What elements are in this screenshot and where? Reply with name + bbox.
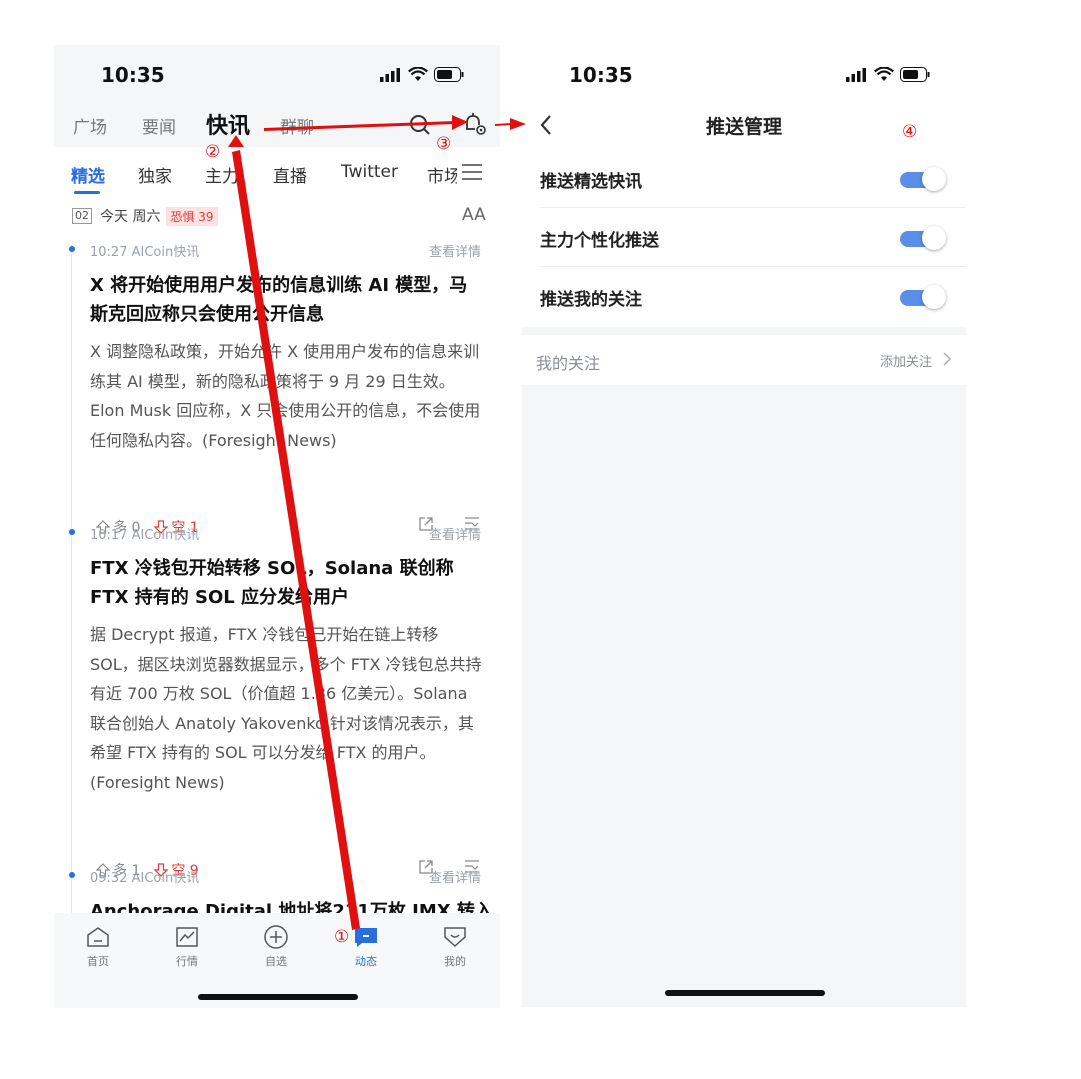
- tab-square[interactable]: 广场: [73, 113, 107, 138]
- add-follow-link[interactable]: 添加关注: [880, 351, 932, 370]
- view-details-link[interactable]: 查看详情: [429, 867, 481, 886]
- day-box: 02: [72, 208, 92, 224]
- signal-icon: [846, 67, 866, 82]
- news-time-source: 09:32 AICoin快讯: [90, 871, 200, 886]
- home-icon: [87, 927, 109, 947]
- home-indicator: [665, 990, 825, 996]
- news-screen: 10:35 广场 要闻 快讯 群聊 精选 独家 主力 直播 Twitter 市场…: [54, 45, 500, 1008]
- fear-greed-badge: 恐惧 39: [166, 206, 218, 226]
- menu-icon[interactable]: [462, 164, 482, 180]
- my-follows-label: 我的关注: [536, 354, 601, 373]
- battery-icon: [900, 67, 930, 82]
- font-size-toggle[interactable]: AA: [462, 205, 486, 225]
- timeline-dot: [69, 529, 75, 535]
- subtab-twitter[interactable]: Twitter: [341, 162, 398, 182]
- status-time: 10:35: [101, 63, 165, 87]
- date-line: 02 今天 周六 恐惧 39: [72, 205, 218, 227]
- toggle-switch[interactable]: [900, 285, 946, 309]
- news-time-source: 10:27 AICoin快讯: [90, 245, 200, 260]
- tab-group-chat[interactable]: 群聊: [280, 113, 314, 138]
- chart-icon: [176, 927, 198, 947]
- toggle-switch[interactable]: [900, 167, 946, 191]
- top-nav: 广场 要闻 快讯 群聊: [54, 105, 500, 147]
- search-icon[interactable]: [408, 113, 432, 137]
- date-text: 今天 周六: [100, 209, 161, 225]
- message-icon: [355, 928, 377, 947]
- profile-icon: [444, 927, 466, 948]
- tab-mine[interactable]: 我的: [425, 923, 485, 969]
- status-bar: 10:35: [54, 45, 500, 105]
- timeline-dot: [69, 872, 75, 878]
- annotation-3: ③: [436, 134, 452, 154]
- news-item[interactable]: 10:27 AICoin快讯 查看详情 X 将开始使用用户发布的信息训练 AI …: [54, 241, 500, 536]
- bottom-tab-bar: 首页 行情 自选 动态 我的: [54, 913, 500, 1008]
- push-settings-list: 推送精选快讯 主力个性化推送 推送我的关注: [522, 147, 966, 327]
- news-time-source: 10:17 AICoin快讯: [90, 528, 200, 543]
- nav-bar: 推送管理: [522, 105, 966, 147]
- subtab-whale[interactable]: 主力: [205, 162, 239, 187]
- signal-icon: [380, 67, 400, 82]
- wifi-icon: [408, 67, 428, 81]
- push-settings-icon[interactable]: [462, 111, 488, 137]
- news-title: X 将开始使用用户发布的信息训练 AI 模型，马斯克回应称只会使用公开信息: [90, 275, 468, 325]
- news-body: 据 Decrypt 报道，FTX 冷钱包已开始在链上转移 SOL，据区块浏览器数…: [90, 625, 482, 792]
- wifi-icon: [874, 67, 894, 81]
- timeline-dot: [69, 246, 75, 252]
- status-bar: 10:35: [522, 45, 966, 105]
- active-subtab-indicator: [74, 191, 100, 194]
- subtab-market[interactable]: 市场: [427, 162, 457, 187]
- setting-row-selected-news: 推送精选快讯: [522, 149, 966, 208]
- status-time: 10:35: [569, 63, 633, 87]
- add-circle-icon: [264, 925, 288, 949]
- tab-market[interactable]: 行情: [157, 923, 217, 969]
- battery-icon: [434, 67, 464, 82]
- news-body: X 调整隐私政策，开始允许 X 使用用户发布的信息来训练其 AI 模型，新的隐私…: [90, 342, 481, 450]
- my-follows-row[interactable]: 我的关注 添加关注: [522, 335, 966, 385]
- news-title: FTX 冷钱包开始转移 SOL，Solana 联创称 FTX 持有的 SOL 应…: [90, 558, 454, 608]
- tab-home[interactable]: 首页: [68, 923, 128, 969]
- subtab-selected[interactable]: 精选: [71, 162, 105, 187]
- tab-flash-news[interactable]: 快讯: [206, 108, 250, 140]
- sub-tabs: 精选 独家 主力 直播 Twitter 市场: [54, 147, 500, 195]
- view-details-link[interactable]: 查看详情: [429, 524, 481, 543]
- home-indicator: [198, 994, 358, 1000]
- tab-headlines[interactable]: 要闻: [142, 113, 176, 138]
- toggle-switch[interactable]: [900, 226, 946, 250]
- view-details-link[interactable]: 查看详情: [429, 241, 481, 260]
- push-settings-screen: 10:35 推送管理 推送精选快讯 主力个性化推送 推送我的关注 我的关注 添加…: [522, 45, 966, 1007]
- setting-row-whale-push: 主力个性化推送: [522, 208, 966, 267]
- setting-row-my-follows: 推送我的关注: [522, 267, 966, 326]
- news-item[interactable]: 10:17 AICoin快讯 查看详情 FTX 冷钱包开始转移 SOL，Sola…: [54, 524, 500, 879]
- tab-watchlist[interactable]: 自选: [246, 923, 306, 969]
- annotation-2: ②: [205, 142, 221, 162]
- subtab-exclusive[interactable]: 独家: [138, 162, 172, 187]
- page-title: 推送管理: [705, 116, 782, 138]
- annotation-4: ④: [902, 122, 918, 142]
- chevron-right-icon: [943, 352, 951, 366]
- annotation-1: ①: [334, 927, 350, 947]
- subtab-live[interactable]: 直播: [273, 162, 307, 187]
